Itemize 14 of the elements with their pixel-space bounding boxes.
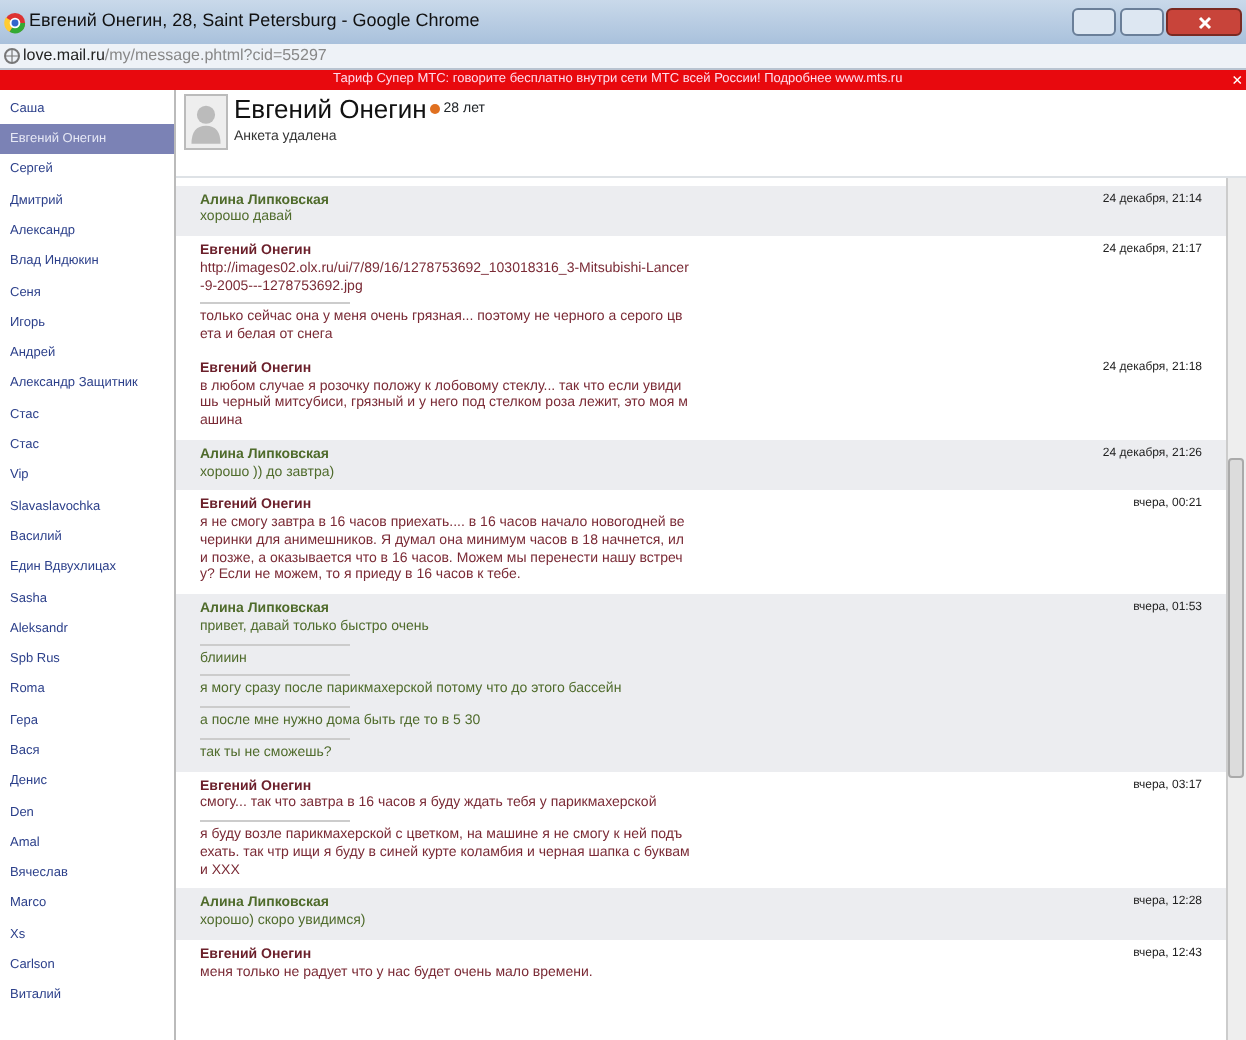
globe-icon [3, 48, 20, 64]
maximize-button[interactable] [1119, 8, 1163, 36]
close-button[interactable]: × [1231, 71, 1243, 89]
browser-logo-icon [3, 11, 26, 33]
address-field[interactable]: love.mail.ru/my/message.phtml?cid=55297 [23, 46, 327, 66]
status-dot-icon [430, 104, 441, 115]
avatar-silhouette [183, 93, 227, 150]
scrollbar[interactable] [1226, 178, 1246, 1040]
scrollbar-thumb[interactable] [1228, 458, 1244, 778]
profile-name: Евгений Онегин [234, 93, 427, 126]
window-title: Евгений Онегин, 28, Saint Petersburg - Google Chrome [29, 10, 482, 34]
minimize-button[interactable] [1071, 8, 1116, 36]
close-icon [1197, 15, 1212, 29]
close-button[interactable] [1166, 8, 1243, 36]
